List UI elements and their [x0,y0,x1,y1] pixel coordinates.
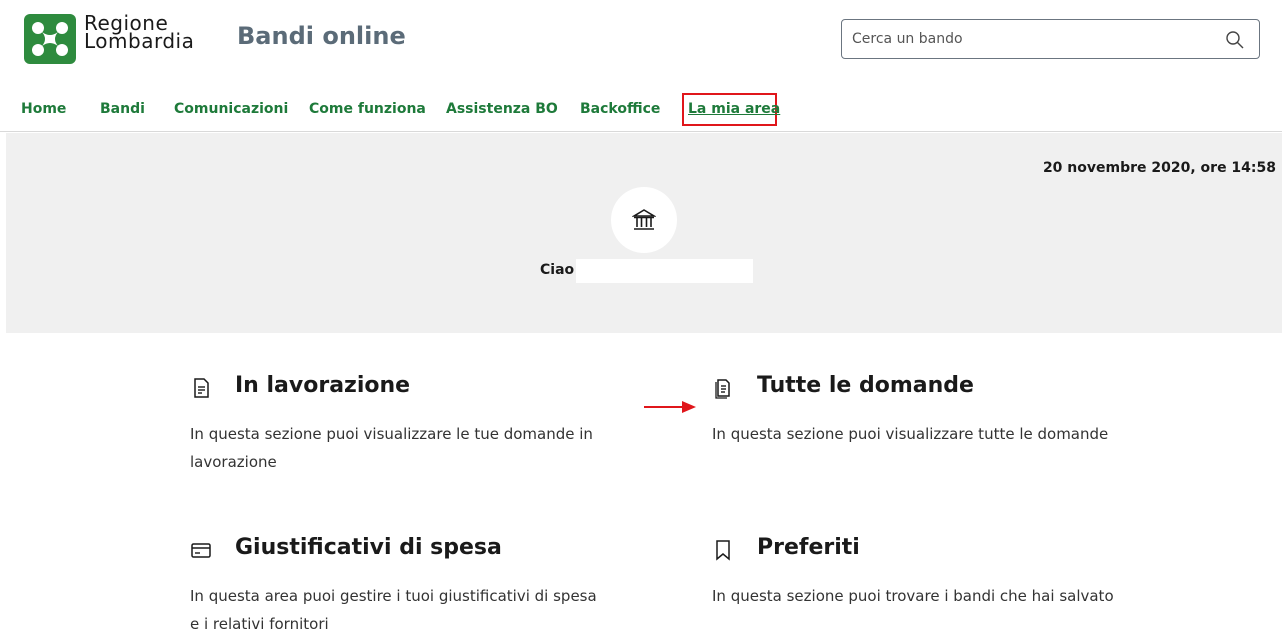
card-tutte-le-domande[interactable]: Tutte le domande In questa sezione puoi … [712,373,1132,448]
redacted-user-name [576,259,753,283]
institution-icon [632,209,656,230]
bookmark-icon [712,539,734,561]
credit-card-icon [190,539,212,561]
regione-lombardia-logo[interactable] [24,14,76,64]
card-preferiti[interactable]: Preferiti In questa sezione puoi trovare… [712,535,1132,610]
search-box [841,19,1260,59]
header: Regione Lombardia Bandi online [0,0,1282,84]
annotation-arrow [644,401,696,413]
card-title[interactable]: Tutte le domande [757,373,974,398]
card-giustificativi-di-spesa[interactable]: Giustificativi di spesa In questa area p… [190,535,610,637]
welcome-banner: 20 novembre 2020, ore 14:58 Ciao [6,133,1282,333]
greeting: Ciao [540,262,575,278]
brand-name: Regione Lombardia [84,13,195,53]
document-icon [190,377,212,399]
search-input[interactable] [852,29,1212,49]
documents-icon [712,377,734,399]
nav-item-comunicazioni[interactable]: Comunicazioni [174,101,288,117]
nav-item-la-mia-area[interactable]: La mia area [688,101,780,117]
card-in-lavorazione[interactable]: In lavorazione In questa sezione puoi vi… [190,373,610,476]
card-description: In questa sezione puoi visualizzare tutt… [712,425,1109,443]
timestamp: 20 novembre 2020, ore 14:58 [1042,160,1276,176]
card-title[interactable]: In lavorazione [235,373,410,398]
card-title[interactable]: Giustificativi di spesa [235,535,502,560]
nav-item-assistenza-bo[interactable]: Assistenza BO [446,101,558,117]
search-icon[interactable] [1225,30,1245,50]
card-description: In questa sezione puoi trovare i bandi c… [712,587,1114,605]
brand-line-2: Lombardia [84,29,195,53]
card-description: In questa sezione puoi visualizzare le t… [190,425,593,471]
nav-item-bandi[interactable]: Bandi [100,101,145,117]
nav-item-come-funziona[interactable]: Come funziona [309,101,426,117]
avatar [611,187,677,253]
card-description: In questa area puoi gestire i tuoi giust… [190,587,597,633]
main-nav: Home Bandi Comunicazioni Come funziona A… [0,84,1282,132]
nav-item-backoffice[interactable]: Backoffice [580,101,660,117]
nav-item-home[interactable]: Home [21,101,66,117]
site-title[interactable]: Bandi online [237,22,406,50]
card-title[interactable]: Preferiti [757,535,860,560]
